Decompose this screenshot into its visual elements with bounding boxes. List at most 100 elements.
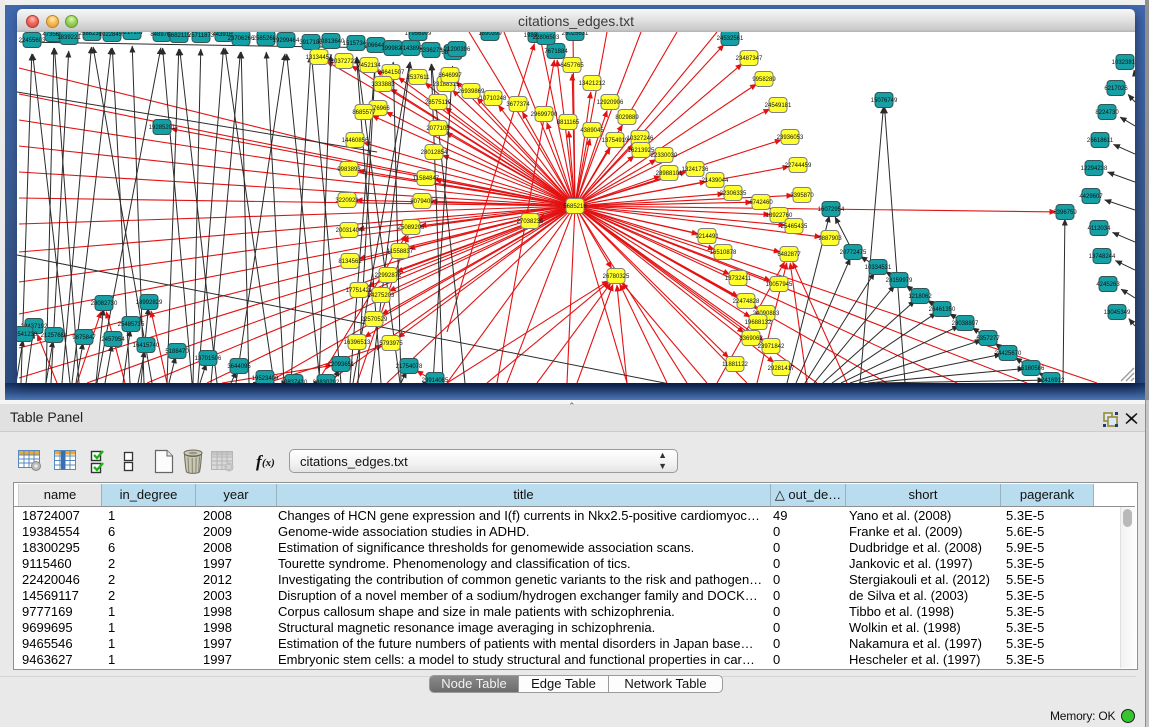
svg-text:25025631: 25025631: [562, 32, 589, 37]
svg-text:7671884: 7671884: [544, 49, 568, 55]
svg-text:1218062: 1218062: [908, 294, 932, 300]
svg-text:8029889: 8029889: [615, 115, 639, 121]
svg-text:6357277: 6357277: [976, 336, 1000, 342]
svg-text:22330030: 22330030: [651, 153, 678, 159]
svg-text:9875847: 9875847: [72, 335, 96, 341]
svg-text:12416912: 12416912: [1038, 378, 1065, 383]
svg-text:16510878: 16510878: [710, 250, 737, 256]
svg-text:11558837: 11558837: [387, 249, 414, 255]
svg-text:28988101: 28988101: [656, 171, 683, 177]
svg-text:13748244: 13748244: [1089, 254, 1116, 260]
svg-text:26939869: 26939869: [458, 89, 485, 95]
svg-text:15180586: 15180586: [1018, 366, 1045, 372]
svg-text:29281417: 29281417: [768, 366, 795, 372]
svg-text:28575119: 28575119: [425, 100, 452, 106]
svg-text:9958289: 9958289: [752, 77, 776, 83]
svg-text:20031404: 20031404: [336, 228, 363, 234]
svg-text:13045349: 13045349: [1104, 310, 1131, 316]
svg-text:17956909: 17956909: [405, 32, 432, 37]
svg-text:4112034: 4112034: [1088, 226, 1112, 232]
svg-text:22093651: 22093651: [328, 362, 355, 368]
svg-text:21754078: 21754078: [396, 364, 423, 370]
svg-text:16396513: 16396513: [344, 340, 371, 346]
svg-text:16072954: 16072954: [818, 207, 845, 213]
svg-text:10837430: 10837430: [281, 380, 308, 383]
svg-text:22455603: 22455603: [19, 38, 46, 44]
svg-text:25465435: 25465435: [781, 224, 808, 230]
svg-text:22570529: 22570529: [361, 317, 388, 323]
svg-text:3644095: 3644095: [227, 364, 251, 370]
svg-text:14460856: 14460856: [342, 138, 369, 144]
svg-text:24425670: 24425670: [995, 351, 1022, 357]
svg-text:19299464: 19299464: [273, 38, 300, 44]
svg-text:23706266: 23706266: [228, 36, 255, 42]
svg-text:20813640: 20813640: [318, 39, 345, 45]
svg-text:8396759: 8396759: [1053, 210, 1077, 216]
svg-text:10057945: 10057945: [766, 282, 793, 288]
svg-text:13134457: 13134457: [306, 55, 333, 61]
svg-text:4429607: 4429607: [1079, 194, 1103, 200]
svg-text:8134562: 8134562: [338, 259, 362, 265]
svg-text:13754919: 13754919: [602, 138, 629, 144]
svg-text:12294238: 12294238: [1081, 166, 1108, 172]
svg-text:13732411: 13732411: [725, 276, 752, 282]
svg-text:11881122: 11881122: [722, 362, 748, 368]
svg-text:28038807: 28038807: [952, 321, 979, 327]
svg-text:8646997: 8646997: [438, 73, 462, 79]
svg-text:29914085: 29914085: [422, 378, 449, 383]
svg-text:11584847: 11584847: [413, 176, 440, 182]
svg-text:13701506: 13701506: [195, 356, 222, 362]
svg-text:21439044: 21439044: [702, 178, 729, 184]
svg-text:8079409: 8079409: [410, 199, 434, 205]
svg-text:2457954: 2457954: [101, 337, 125, 343]
svg-text:9983893: 9983893: [337, 167, 361, 173]
svg-text:22306335: 22306335: [720, 191, 747, 197]
svg-text:16415740: 16415740: [133, 343, 160, 349]
svg-text:8224730: 8224730: [1095, 110, 1119, 116]
svg-text:19285201: 19285201: [149, 125, 176, 131]
svg-text:2077105: 2077105: [426, 126, 450, 132]
svg-text:8369062: 8369062: [739, 336, 763, 342]
svg-text:10323815: 10323815: [1112, 60, 1135, 66]
svg-text:19688132: 19688132: [745, 320, 772, 326]
svg-text:10334531: 10334531: [865, 265, 892, 271]
svg-text:4245263: 4245263: [1096, 282, 1120, 288]
svg-text:18992829: 18992829: [136, 300, 163, 306]
svg-text:19523409: 19523409: [252, 376, 279, 382]
svg-text:12920906: 12920906: [597, 100, 624, 106]
svg-text:25711873: 25711873: [188, 33, 215, 39]
svg-text:5188470: 5188470: [165, 349, 189, 355]
svg-text:8336273: 8336273: [419, 48, 443, 54]
svg-text:24532561: 24532561: [717, 36, 744, 42]
svg-text:26461350: 26461350: [929, 307, 956, 313]
svg-text:2537611: 2537611: [407, 75, 431, 81]
svg-text:6742460: 6742460: [749, 200, 773, 206]
svg-text:25485735: 25485735: [118, 322, 145, 328]
svg-text:8685577: 8685577: [352, 110, 376, 116]
svg-text:21200396: 21200396: [444, 47, 471, 53]
svg-text:14275203: 14275203: [368, 293, 395, 299]
svg-text:8811165: 8811165: [557, 120, 580, 126]
svg-text:9217207: 9217207: [120, 32, 144, 36]
svg-text:4389045: 4389045: [580, 128, 604, 134]
svg-text:20372723: 20372723: [331, 59, 358, 65]
svg-text:9214491: 9214491: [695, 234, 719, 240]
svg-text:13421212: 13421212: [579, 81, 606, 87]
svg-text:28082730: 28082730: [91, 301, 118, 307]
svg-text:23487347: 23487347: [736, 56, 763, 62]
svg-text:29699700: 29699700: [531, 112, 558, 118]
svg-text:6217026: 6217026: [1104, 86, 1128, 92]
svg-text:22744459: 22744459: [785, 163, 812, 169]
svg-text:13241736: 13241736: [682, 167, 709, 173]
svg-text:21257684: 21257684: [41, 333, 68, 339]
svg-text:1890399: 1890399: [478, 32, 502, 37]
svg-text:27038236: 27038236: [517, 219, 544, 225]
svg-text:10710248: 10710248: [480, 96, 507, 102]
svg-text:6482877: 6482877: [777, 252, 801, 258]
svg-text:10327246: 10327246: [627, 136, 654, 142]
svg-text:3220921: 3220921: [335, 198, 359, 204]
svg-text:24641507: 24641507: [378, 70, 405, 76]
svg-text:24549181: 24549181: [765, 103, 792, 109]
svg-text:7452134: 7452134: [357, 63, 381, 69]
svg-text:(x): (x): [262, 457, 275, 469]
